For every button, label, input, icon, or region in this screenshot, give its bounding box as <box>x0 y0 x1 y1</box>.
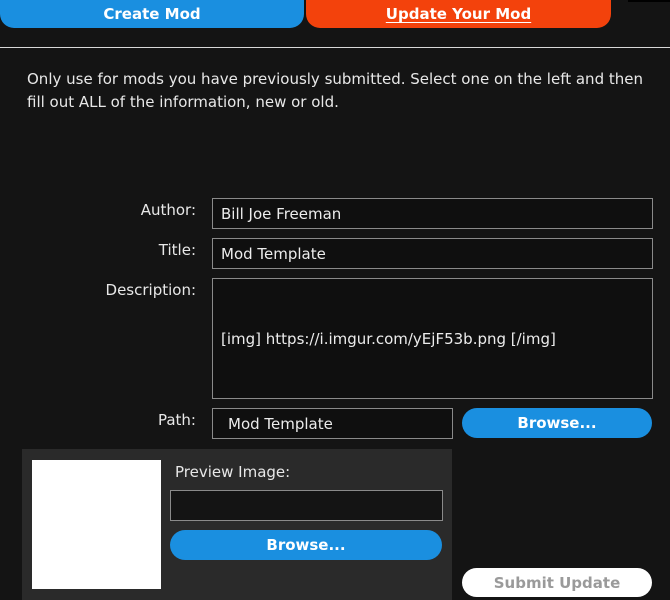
title-input[interactable] <box>212 238 653 269</box>
corner-decoration <box>628 0 670 2</box>
title-label: Title: <box>158 241 196 259</box>
preview-image-thumbnail <box>32 460 161 589</box>
preview-image-input[interactable] <box>170 490 443 521</box>
description-text: [img] https://i.imgur.com/yEjF53b.png [/… <box>221 329 556 348</box>
tab-update-your-mod-label: Update Your Mod <box>385 5 532 23</box>
header-divider <box>0 47 670 48</box>
description-textarea[interactable]: [img] https://i.imgur.com/yEjF53b.png [/… <box>212 278 653 399</box>
path-input[interactable] <box>212 408 453 439</box>
submit-update-button-label: Submit Update <box>493 573 621 592</box>
tab-create-mod-label: Create Mod <box>103 5 201 23</box>
path-label: Path: <box>157 411 196 429</box>
author-input[interactable] <box>212 198 653 229</box>
tab-update-your-mod[interactable]: Update Your Mod <box>306 0 611 28</box>
description-label: Description: <box>105 281 196 299</box>
preview-image-label: Preview Image: <box>175 463 291 481</box>
path-browse-button-label: Browse... <box>517 414 597 432</box>
preview-browse-button[interactable]: Browse... <box>170 530 442 560</box>
instructions-text: Only use for mods you have previously su… <box>27 70 643 111</box>
tab-create-mod[interactable]: Create Mod <box>0 0 304 28</box>
author-label: Author: <box>140 201 196 219</box>
submit-update-button[interactable]: Submit Update <box>462 568 652 597</box>
path-browse-button[interactable]: Browse... <box>462 408 652 438</box>
preview-browse-button-label: Browse... <box>266 536 346 554</box>
